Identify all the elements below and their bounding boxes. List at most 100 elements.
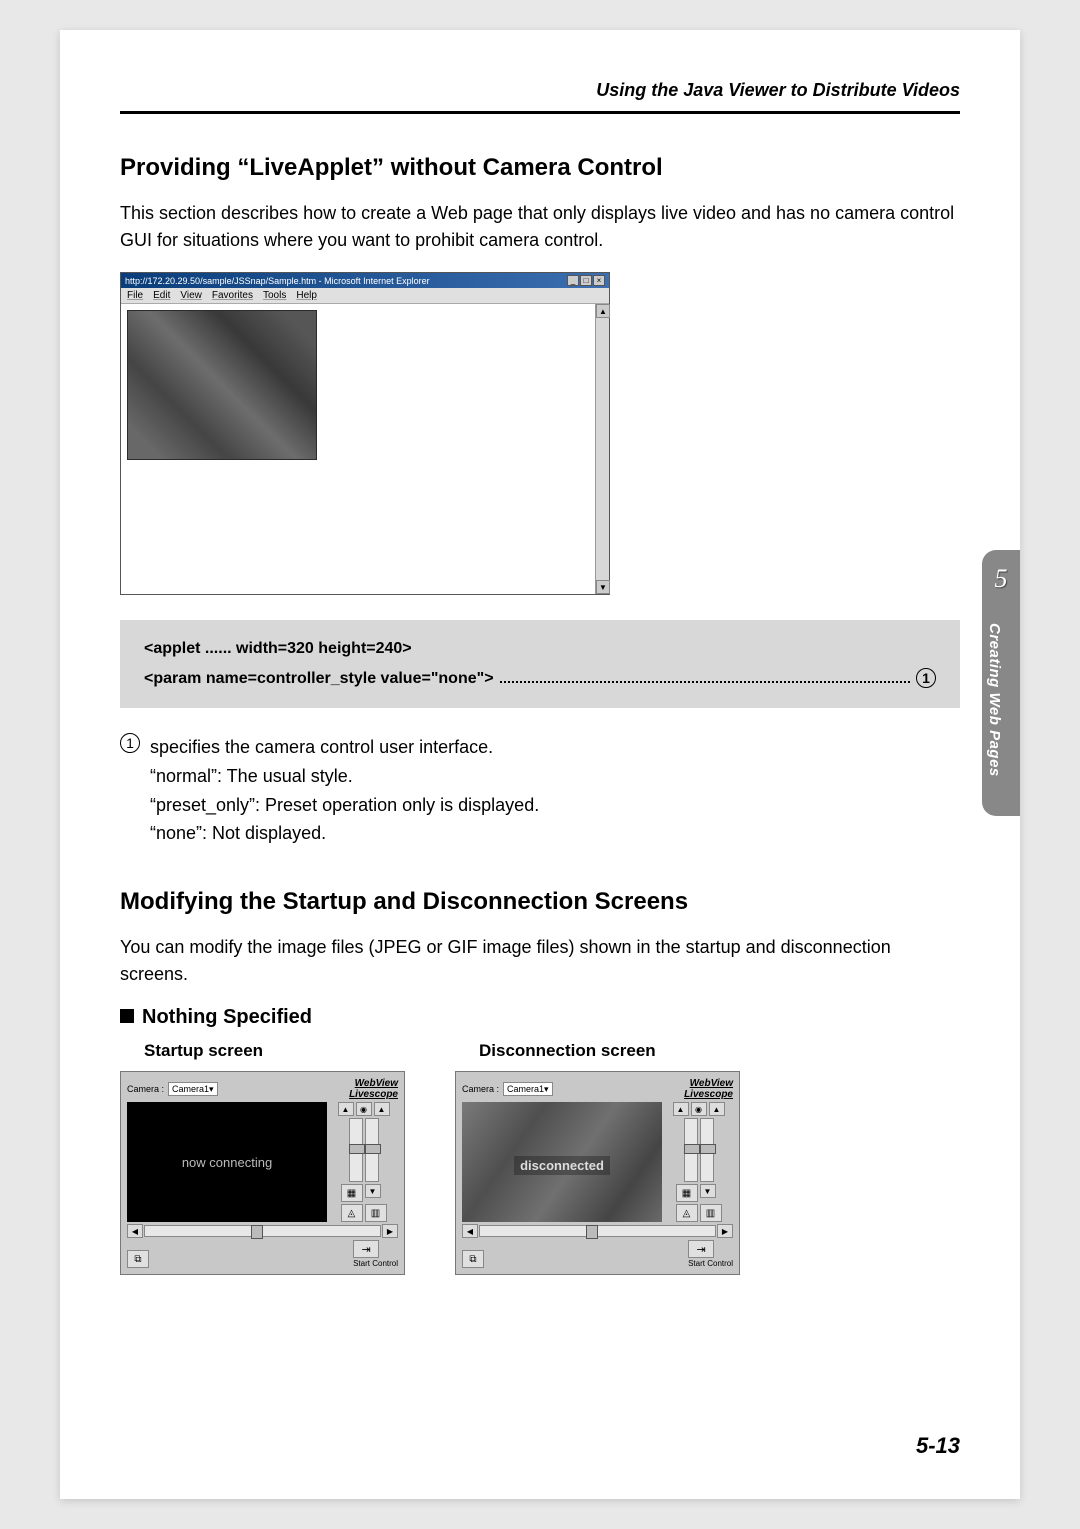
arrow-left-icon: ◀ [127,1224,143,1238]
startup-column: Startup screen Camera : Camera1▾ WebView… [120,1041,405,1275]
camera-select: Camera1▾ [168,1082,218,1096]
start-control-label: Start Control [353,1259,398,1268]
camera-row: Camera : Camera1▾ [127,1082,218,1096]
webview-logo: WebView Livescope [684,1078,733,1100]
center-icon: ◉ [691,1102,707,1116]
logo-line2: Livescope [684,1089,733,1100]
ie-menu-favorites: Favorites [212,290,253,301]
disconnect-applet: Camera : Camera1▾ WebView Livescope disc… [455,1071,740,1275]
arrow-down-icon: ▼ [365,1184,381,1198]
ie-titlebar: http://172.20.29.50/sample/JSSnap/Sample… [121,273,609,288]
applet-header: Camera : Camera1▾ WebView Livescope [127,1078,398,1100]
startup-title: Startup screen [144,1041,405,1061]
camera-row: Camera : Camera1▾ [462,1082,553,1096]
camera-select: Camera1▾ [503,1082,553,1096]
dotted-leader [500,681,910,683]
pan-slider [479,1225,716,1237]
spec-list: 1 specifies the camera control user inte… [120,733,960,848]
arrow-down-icon: ▼ [700,1184,716,1198]
arrow-right-icon: ▶ [382,1224,398,1238]
camera-label: Camera : [462,1084,499,1094]
pan-slider [144,1225,381,1237]
ref-marker-1b: 1 [120,733,140,753]
ie-body: ▲ ▼ [121,304,609,594]
ie-menu-tools: Tools [263,290,286,301]
ie-window-buttons: _ □ × [567,275,605,286]
ie-menu-help: Help [296,290,317,301]
bottom-row: ⧉ ⇥ Start Control [127,1240,398,1268]
slider-thumb [365,1144,381,1154]
tilt-slider [684,1118,698,1182]
code-box: <applet ...... width=320 height=240> <pa… [120,620,960,708]
disconnect-column: Disconnection screen Camera : Camera1▾ W… [455,1041,740,1275]
side-controls: ▲ ◉ ▲ ▦ ▼ [329,1102,398,1222]
spec-head: specifies the camera control user interf… [150,733,493,762]
section2-body: You can modify the image files (JPEG or … [120,934,960,988]
disconnected-text: disconnected [514,1156,610,1175]
applet-main: disconnected ▲ ◉ ▲ [462,1102,733,1222]
slider-thumb [586,1225,598,1239]
applet-header: Camera : Camera1▾ WebView Livescope [462,1078,733,1100]
logo-line1: WebView [684,1078,733,1089]
arrow-up2-icon: ▲ [374,1102,390,1116]
screenshot-columns: Startup screen Camera : Camera1▾ WebView… [120,1041,960,1275]
ie-menu-view: View [180,290,202,301]
slider-thumb [251,1225,263,1239]
webview-logo: WebView Livescope [349,1078,398,1100]
snapshot-icon: ◬ [676,1204,698,1222]
pan-row: ◀ ▶ [462,1224,733,1238]
pan-row: ◀ ▶ [127,1224,398,1238]
applet-main: now connecting ▲ ◉ ▲ [127,1102,398,1222]
slider-thumb [684,1144,700,1154]
center-icon: ◉ [356,1102,372,1116]
snapshot-icon: ◬ [341,1204,363,1222]
tilt-slider [349,1118,363,1182]
arrow-left-icon: ◀ [462,1224,478,1238]
zoom-slider [700,1118,714,1182]
start-control-icon: ⇥ [688,1240,714,1258]
close-icon: × [593,275,605,286]
bottom-row: ⧉ ⇥ Start Control [462,1240,733,1268]
arrow-up-icon: ▲ [338,1102,354,1116]
slider-thumb [700,1144,716,1154]
camera-value: Camera1 [172,1084,209,1094]
spec-item-normal: “normal”: The usual style. [150,762,960,791]
preset-icon: ▦ [676,1184,698,1202]
connecting-text: now connecting [182,1155,272,1170]
logo-line2: Livescope [349,1089,398,1100]
code-text: <param name=controller_style value="none… [144,670,494,688]
section1-body: This section describes how to create a W… [120,200,960,254]
slider-thumb [349,1144,365,1154]
ie-menubar: File Edit View Favorites Tools Help [121,288,609,304]
chevron-down-icon: ▾ [544,1084,549,1095]
camera-label: Camera : [127,1084,164,1094]
spec-head-row: 1 specifies the camera control user inte… [120,733,960,762]
ref-marker-1: 1 [916,668,936,688]
camera-value: Camera1 [507,1084,544,1094]
maximize-icon: □ [580,275,592,286]
ie-window: http://172.20.29.50/sample/JSSnap/Sample… [120,272,610,595]
zoom-slider [365,1118,379,1182]
section2-title: Modifying the Startup and Disconnection … [120,888,960,916]
start-control: ⇥ Start Control [353,1240,398,1268]
arrow-up2-icon: ▲ [709,1102,725,1116]
chapter-tab: 5 Creating Web Pages [982,550,1020,816]
arrow-up-icon: ▲ [673,1102,689,1116]
startup-applet: Camera : Camera1▾ WebView Livescope now … [120,1071,405,1275]
spec-item-none: “none”: Not displayed. [150,819,960,848]
side-icon-grid: ▦ ▼ ◬ ▥ [676,1184,722,1222]
ie-menu-edit: Edit [153,290,170,301]
side-controls: ▲ ◉ ▲ ▦ ▼ [664,1102,733,1222]
grid-icon: ▥ [365,1204,387,1222]
info-icon: ⧉ [127,1250,149,1268]
video-area-disconnected: disconnected [462,1102,662,1222]
scroll-down-icon: ▼ [596,580,610,594]
code-line-1: <applet ...... width=320 height=240> [144,640,936,658]
start-control-label: Start Control [688,1259,733,1268]
ie-menu-file: File [127,290,143,301]
start-control: ⇥ Start Control [688,1240,733,1268]
grid-icon: ▥ [700,1204,722,1222]
page-number: 5-13 [916,1433,960,1459]
code-line-2: <param name=controller_style value="none… [144,668,936,688]
running-header: Using the Java Viewer to Distribute Vide… [120,80,960,114]
